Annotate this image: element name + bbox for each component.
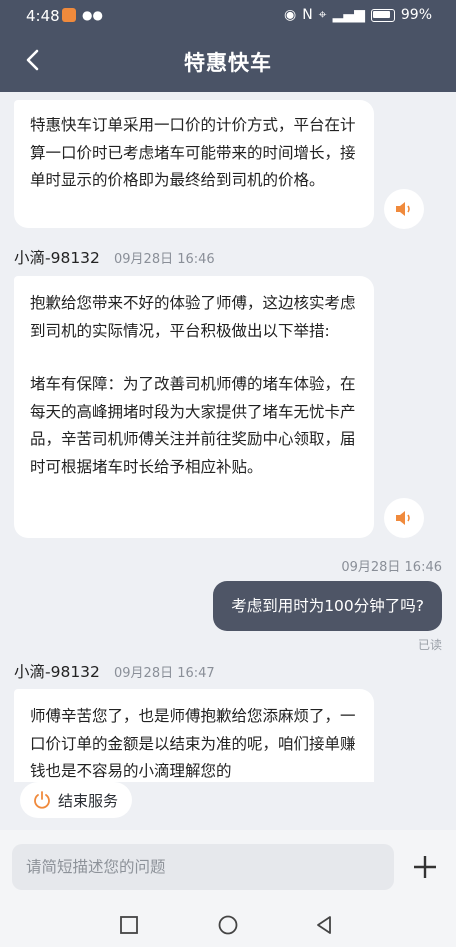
eye-icon: ◉ bbox=[283, 7, 297, 23]
agent-message-bubble: 抱歉给您带来不好的体验了师傅，这边核实考虑到司机的实际情况，平台积极做出以下举措… bbox=[14, 276, 374, 538]
system-nav-bar bbox=[0, 902, 456, 947]
chat-area[interactable]: 特惠快车订单采用一口价的计价方式，平台在计算一口价时已考虑堵车可能带来的时间增长… bbox=[0, 92, 456, 782]
status-time: 4:48 bbox=[26, 7, 60, 25]
message-timestamp: 09月28日 16:47 bbox=[114, 666, 215, 681]
speaker-icon[interactable] bbox=[384, 189, 424, 229]
message-timestamp: 09月28日 16:46 bbox=[341, 560, 442, 575]
app-notification-icon bbox=[62, 8, 76, 22]
wechat-icon: ●● bbox=[82, 8, 103, 22]
agent-message-bubble: 特惠快车订单采用一口价的计价方式，平台在计算一口价时已考虑堵车可能带来的时间增长… bbox=[14, 100, 374, 228]
status-bar: 4:48 ●● ◉ N ⌖ ▂▄▆ 99% bbox=[0, 0, 456, 32]
input-bar bbox=[0, 830, 456, 902]
message-input[interactable] bbox=[12, 844, 394, 890]
recent-apps-icon[interactable] bbox=[118, 914, 140, 936]
user-message-bubble: 考虑到用时为100分钟了吗? bbox=[213, 581, 442, 631]
header: 特惠快车 bbox=[0, 32, 456, 92]
nfc-icon: N bbox=[302, 7, 313, 23]
end-service-label: 结束服务 bbox=[58, 791, 119, 810]
battery-icon bbox=[370, 8, 395, 22]
message-timestamp: 09月28日 16:46 bbox=[114, 252, 215, 267]
signal-icon: ▂▄▆ bbox=[332, 7, 365, 23]
plus-icon[interactable] bbox=[410, 852, 440, 882]
sender-name: 小滴-98132 bbox=[14, 249, 100, 267]
back-nav-icon[interactable] bbox=[313, 914, 335, 936]
read-receipt: 已读 bbox=[417, 638, 442, 652]
battery-level: 99% bbox=[400, 7, 432, 23]
end-service-button[interactable]: 结束服务 bbox=[20, 782, 133, 818]
top-bar: 4:48 ●● ◉ N ⌖ ▂▄▆ 99% 特惠快车 bbox=[0, 0, 456, 92]
location-icon: ⌖ bbox=[318, 7, 327, 23]
speaker-icon[interactable] bbox=[384, 498, 424, 538]
power-icon bbox=[34, 791, 50, 809]
page-title: 特惠快车 bbox=[184, 51, 272, 75]
home-icon[interactable] bbox=[217, 914, 239, 936]
sender-name: 小滴-98132 bbox=[14, 663, 100, 681]
agent-message-bubble: 师傅辛苦您了，也是师傅抱歉给您添麻烦了，一口价订单的金额是以结束为准的呢，咱们接… bbox=[14, 689, 374, 782]
